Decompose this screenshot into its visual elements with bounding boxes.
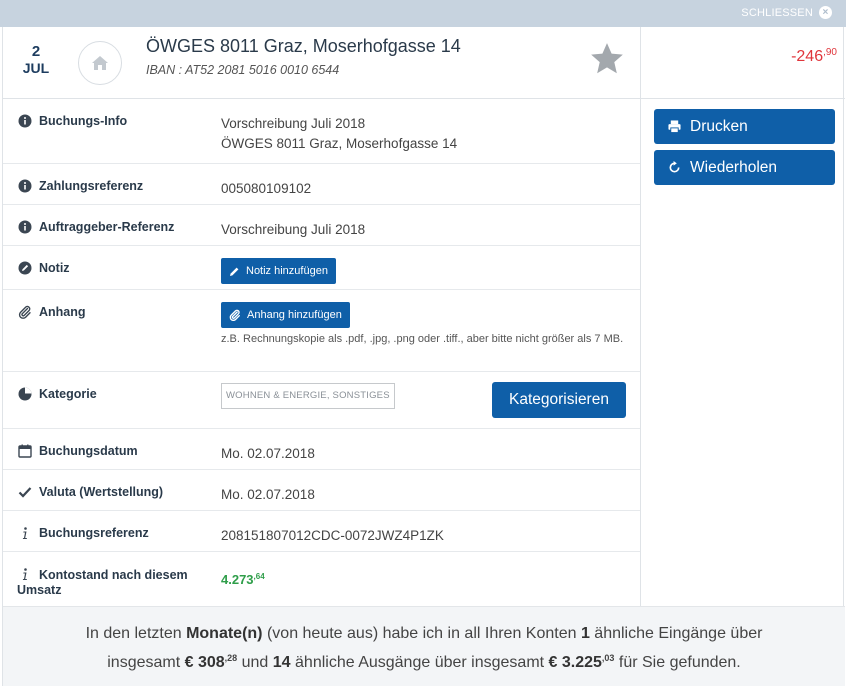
similar-transactions-summary: In den letzten Monate(n) (von heute aus)…	[3, 606, 845, 686]
categorize-button[interactable]: Kategorisieren	[492, 382, 626, 418]
pencil-circle-icon	[18, 261, 31, 275]
row-notiz: Notiz Notiz hinzufügen	[3, 246, 640, 290]
label-buchungsreferenz: Buchungsreferenz	[39, 526, 149, 540]
add-attachment-button[interactable]: Anhang hinzufügen	[221, 302, 350, 328]
date-day: 2	[31, 43, 41, 60]
pencil-icon	[230, 267, 239, 276]
paperclip-icon	[229, 309, 240, 321]
label-auftraggeber-referenz: Auftraggeber-Referenz	[39, 220, 175, 234]
refresh-icon	[669, 161, 680, 173]
label-valuta: Valuta (Wertstellung)	[39, 485, 164, 499]
value-zahlungsreferenz: 005080109102	[221, 181, 312, 196]
add-note-button[interactable]: Notiz hinzufügen	[221, 258, 336, 284]
info-icon	[18, 179, 31, 193]
category-tag: WOHNEN & ENERGIE, SONSTIGES	[221, 383, 395, 409]
paperclip-icon	[18, 305, 31, 319]
favorite-star-icon[interactable]	[588, 40, 626, 78]
repeat-button[interactable]: Wiederholen	[654, 150, 835, 185]
label-kontostand-line2: Umsatz	[17, 583, 62, 597]
info-letter-icon	[22, 568, 27, 580]
info-icon	[18, 114, 31, 128]
value-buchungsreferenz: 208151807012CDC-0072JWZ4P1ZK	[221, 528, 444, 543]
printer-icon	[668, 120, 681, 133]
label-kategorie: Kategorie	[39, 387, 97, 401]
row-kategorie: Kategorie WOHNEN & ENERGIE, SONSTIGES Ka…	[3, 372, 640, 429]
calendar-icon	[17, 444, 32, 458]
merchant-avatar	[78, 41, 122, 85]
date-month: JUL	[22, 60, 50, 76]
row-anhang: Anhang Anhang hinzufügen z.B. Rechnungsk…	[3, 290, 640, 372]
label-kontostand: Kontostand nach diesem	[39, 568, 188, 582]
pie-chart-icon	[18, 387, 31, 401]
row-buchungsreferenz: Buchungsreferenz 208151807012CDC-0072JWZ…	[3, 511, 640, 552]
details-list: Buchungs-Info Vorschreibung Juli 2018 ÖW…	[3, 99, 641, 633]
label-notiz: Notiz	[39, 261, 70, 275]
top-bar: SCHLIESSEN ×	[0, 0, 846, 27]
value-buchungsdatum: Mo. 02.07.2018	[221, 446, 315, 461]
row-auftraggeber-referenz: Auftraggeber-Referenz Vorschreibung Juli…	[3, 205, 640, 246]
label-buchungs-info: Buchungs-Info	[39, 114, 128, 128]
transaction-header: 2 JUL ÖWGES 8011 Graz, Moserhofgasse 14 …	[3, 27, 845, 99]
value-buchungs-info: Vorschreibung Juli 2018 ÖWGES 8011 Graz,…	[221, 116, 458, 151]
transaction-amount: -246,90	[791, 47, 837, 65]
print-button[interactable]: Drucken	[654, 109, 835, 144]
label-anhang: Anhang	[39, 305, 86, 319]
attachment-hint: z.B. Rechnungskopie als .pdf, .jpg, .png…	[221, 333, 624, 345]
row-buchungs-info: Buchungs-Info Vorschreibung Juli 2018 ÖW…	[3, 99, 640, 164]
info-icon	[18, 220, 31, 234]
checkmark-icon	[18, 487, 31, 498]
account-balance: 4.273,64	[221, 572, 265, 587]
row-buchungsdatum: Buchungsdatum Mo. 02.07.2018	[3, 429, 640, 470]
transaction-date: 2 JUL	[21, 43, 51, 77]
iban-text: IBAN : AT52 2081 5016 0010 6544	[146, 63, 340, 77]
close-button[interactable]: SCHLIESSEN ×	[741, 6, 832, 19]
row-valuta: Valuta (Wertstellung) Mo. 02.07.2018	[3, 470, 640, 511]
merchant-title: ÖWGES 8011 Graz, Moserhofgasse 14	[146, 36, 461, 56]
home-icon	[92, 56, 108, 70]
close-icon: ×	[819, 6, 832, 19]
transaction-detail-panel: 2 JUL ÖWGES 8011 Graz, Moserhofgasse 14 …	[2, 27, 845, 686]
value-auftraggeber-referenz: Vorschreibung Juli 2018	[221, 222, 366, 237]
label-buchungsdatum: Buchungsdatum	[39, 444, 138, 458]
info-letter-icon	[22, 527, 27, 539]
header-divider	[640, 27, 641, 99]
row-zahlungsreferenz: Zahlungsreferenz 005080109102	[3, 164, 640, 205]
close-label: SCHLIESSEN	[741, 6, 813, 19]
label-zahlungsreferenz: Zahlungsreferenz	[39, 179, 144, 193]
value-valuta: Mo. 02.07.2018	[221, 487, 315, 502]
row-kontostand: Kontostand nach diesem Umsatz 4.273,64	[3, 552, 640, 609]
